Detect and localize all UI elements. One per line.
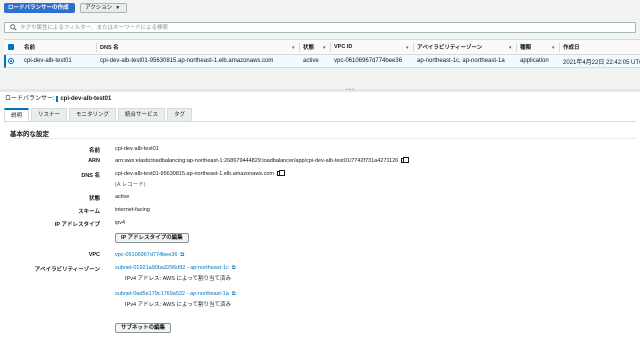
column-divider	[96, 43, 97, 52]
copy-icon[interactable]	[401, 157, 410, 163]
az-label: アベイラビリティーゾーン	[34, 267, 100, 273]
vpc-link[interactable]: vpc-06106967d774bee36	[115, 252, 177, 258]
arn-label: ARN	[88, 158, 100, 164]
dns-record-type: (A レコード)	[115, 182, 146, 188]
checkbox-icon	[8, 44, 14, 50]
dns-label: DNS 名	[81, 173, 100, 179]
tab-tags[interactable]: タグ	[167, 108, 193, 121]
select-all-checkbox[interactable]	[8, 40, 14, 54]
column-header-dns[interactable]: DNS 名	[100, 40, 119, 54]
external-link-icon[interactable]: ⧉	[232, 291, 236, 298]
column-divider	[299, 43, 300, 52]
tab-listeners[interactable]: リスナー	[31, 108, 68, 121]
row-name: cpi-dev-alb-test01	[24, 58, 72, 64]
subnet1-row: subnet-01921a90ba3296d92 - ap-northeast-…	[115, 265, 236, 272]
detail-panel: ロードバランサー: cpi-dev-alb-test01 説明 リスナー モニタ…	[0, 92, 640, 342]
ip-type-label: IP アドレスタイプ	[54, 222, 100, 228]
column-header-vpc[interactable]: VPC ID	[334, 40, 352, 54]
vpc-label: VPC	[88, 252, 100, 258]
scheme-label: スキーム	[78, 209, 100, 215]
tab-integrated-services[interactable]: 統合サービス	[118, 108, 166, 121]
actions-label: アクション	[85, 5, 113, 11]
section-title: 基本的な設定	[10, 131, 49, 138]
section-divider	[10, 138, 636, 139]
table-row[interactable]: cpi-dev-alb-test01 cpi-dev-alb-test01-95…	[4, 55, 640, 68]
edit-ip-type-button[interactable]: IP アドレスタイプの編集	[115, 233, 189, 243]
search-input[interactable]	[20, 24, 420, 32]
search-bar[interactable]	[4, 22, 636, 33]
external-link-icon[interactable]: ⧉	[232, 265, 236, 272]
row-state: active	[303, 58, 319, 64]
scheme-value: internet-facing	[115, 207, 150, 213]
sort-icon[interactable]: ▾	[323, 45, 326, 51]
tab-description[interactable]: 説明	[4, 108, 30, 121]
sort-icon[interactable]: ▾	[406, 45, 409, 51]
tab-divider	[4, 121, 636, 122]
table-header: 名前 DNS 名 ▾ 状態 ▾ VPC ID ▾ アベイラビリティーゾーン ▾ …	[4, 39, 640, 55]
detail-title-prefix: ロードバランサー:	[5, 96, 55, 102]
column-header-type[interactable]: 種類	[520, 40, 531, 54]
sort-icon[interactable]: ▾	[509, 45, 512, 51]
state-label: 状態	[88, 196, 100, 202]
name-label: 名前	[88, 148, 100, 154]
edit-subnets-button[interactable]: サブネットの編集	[115, 323, 172, 333]
create-load-balancer-button[interactable]: ロードバランサーの作成	[4, 3, 75, 13]
copy-icon[interactable]	[276, 170, 285, 176]
column-divider	[330, 43, 331, 52]
column-header-az[interactable]: アベイラビリティーゾーン	[417, 40, 482, 54]
arn-row: arn:aws:elasticloadbalancing:ap-northeas…	[115, 157, 410, 164]
state-value: active	[115, 194, 130, 200]
name-value: cpi-dev-alb-test01	[115, 146, 159, 152]
sort-icon[interactable]: ▾	[292, 45, 295, 51]
arn-value: arn:aws:elasticloadbalancing:ap-northeas…	[115, 158, 399, 164]
row-vpc: vpc-06106967d774bee36	[334, 58, 403, 64]
actions-dropdown-button[interactable]: アクション ▼	[80, 3, 127, 13]
dns-value: cpi-dev-alb-test01-95630815.ap-northeast…	[115, 171, 274, 177]
column-header-state[interactable]: 状態	[303, 40, 314, 54]
load-balancer-table: 名前 DNS 名 ▾ 状態 ▾ VPC ID ▾ アベイラビリティーゾーン ▾ …	[4, 39, 640, 68]
subnet1-ip-note: IPv4 アドレス: AWS によって割り当て済み	[125, 276, 232, 282]
row-az: ap-northeast-1c, ap-northeast-1a	[417, 58, 505, 64]
subnet2-row: subnet-0ad5e179c1769a532 - ap-northeast-…	[115, 291, 236, 298]
column-divider	[413, 43, 414, 52]
caret-down-icon: ▼	[115, 5, 121, 11]
row-created: 2021年4月22日 22:42:05 UTC+9	[563, 59, 640, 66]
subnet1-link[interactable]: subnet-01921a90ba3296d92 - ap-northeast-…	[115, 265, 229, 271]
dns-row: cpi-dev-alb-test01-95630815.ap-northeast…	[115, 170, 285, 177]
detail-title: ロードバランサー: cpi-dev-alb-test01	[5, 93, 112, 102]
row-dns: cpi-dev-alb-test01-95630815.ap-northeast…	[100, 58, 274, 64]
toolbar: ロードバランサーの作成 アクション ▼	[0, 0, 640, 36]
vpc-row: vpc-06106967d774bee36 ⧉	[115, 252, 184, 259]
subnet2-ip-note: IPv4 アドレス: AWS によって割り当て済み	[125, 302, 232, 308]
subnet2-link[interactable]: subnet-0ad5e179c1769a532 - ap-northeast-…	[115, 291, 229, 297]
column-header-created[interactable]: 作成日	[563, 40, 580, 54]
external-link-icon[interactable]: ⧉	[180, 252, 184, 259]
row-radio[interactable]	[8, 55, 14, 67]
row-type: application	[520, 58, 549, 64]
column-divider	[559, 43, 560, 52]
column-header-name[interactable]: 名前	[24, 40, 35, 54]
radio-selected-icon	[8, 58, 14, 64]
search-icon	[10, 24, 17, 31]
detail-tabs: 説明 リスナー モニタリング 統合サービス タグ	[4, 108, 194, 121]
ip-type-value: ipv4	[115, 220, 126, 226]
detail-title-name: cpi-dev-alb-test01	[56, 96, 112, 102]
tab-monitoring[interactable]: モニタリング	[69, 108, 117, 121]
column-divider	[516, 43, 517, 52]
sort-icon[interactable]: ▾	[552, 45, 555, 51]
